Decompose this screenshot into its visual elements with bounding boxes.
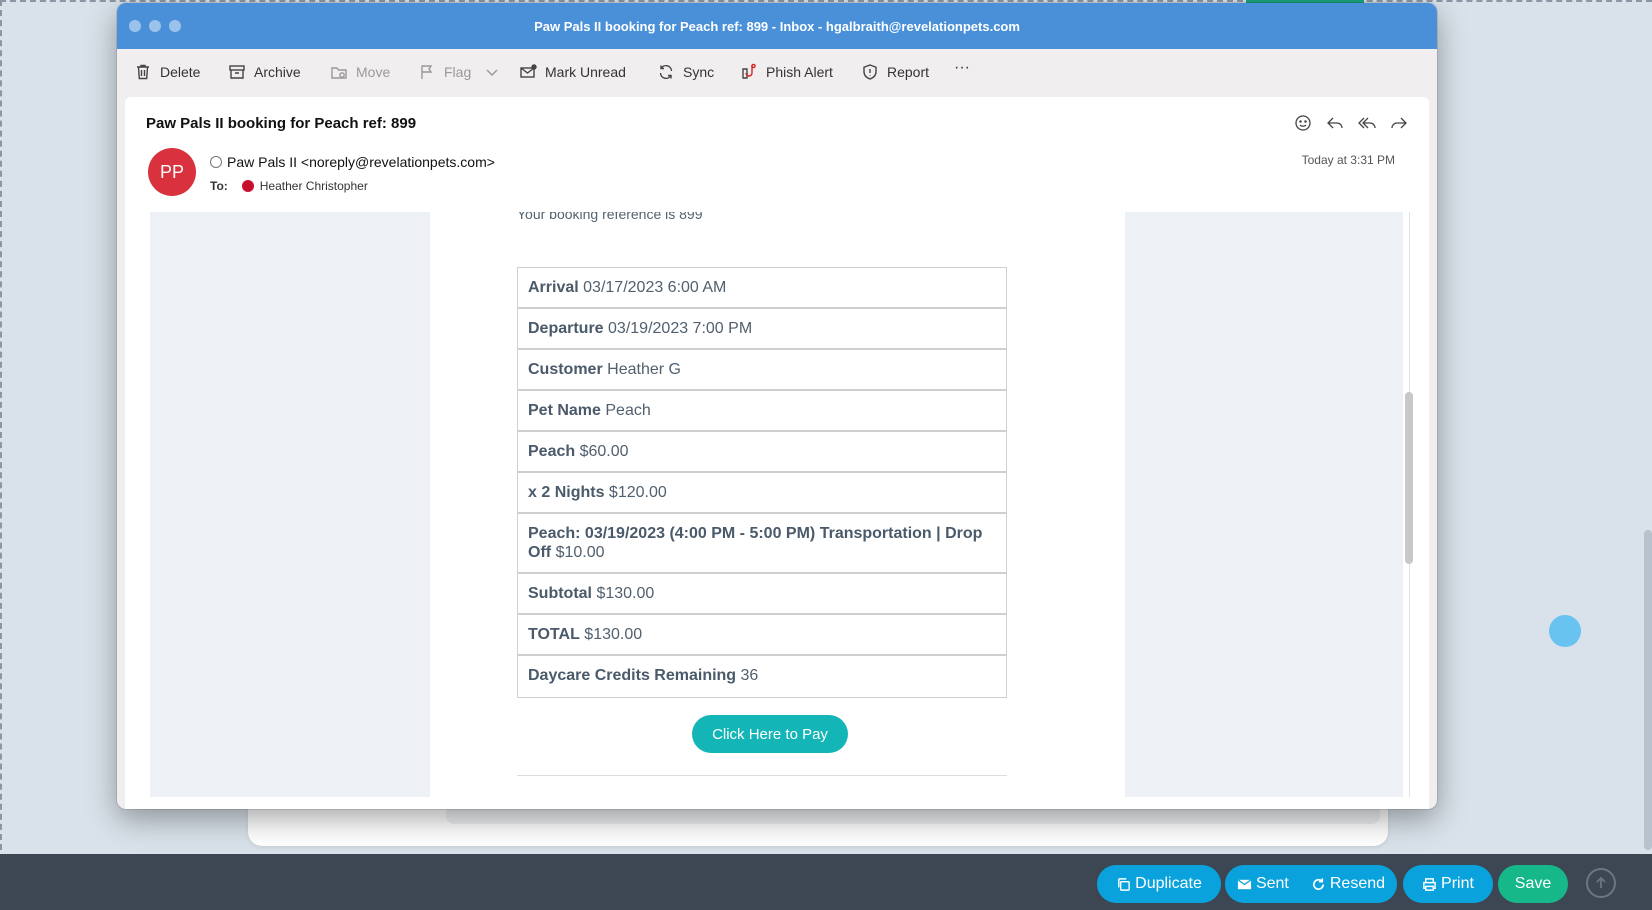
flag-button[interactable]: Flag <box>418 63 499 81</box>
message-actions <box>1293 113 1409 133</box>
recipient-name[interactable]: Heather Christopher <box>260 179 368 193</box>
report-button[interactable]: Report <box>861 63 929 81</box>
sync-label: Sync <box>683 64 715 80</box>
mark-unread-label: Mark Unread <box>545 64 626 80</box>
phish-hook-icon <box>742 63 756 79</box>
email-right-gutter <box>1125 212 1403 797</box>
sent-label: Sent <box>1255 875 1289 892</box>
printer-icon <box>1423 877 1436 891</box>
forward-icon[interactable] <box>1389 113 1409 133</box>
phish-alert-label: Phish Alert <box>766 64 833 80</box>
more-label: ··· <box>954 59 970 76</box>
more-actions-button[interactable]: ··· <box>954 59 970 77</box>
table-row: Peach $60.00 <box>518 432 1006 473</box>
envelope-icon <box>520 64 537 78</box>
mail-window: Paw Pals II booking for Peach ref: 899 -… <box>117 3 1437 809</box>
chevron-down-icon[interactable] <box>485 65 499 79</box>
table-row: Customer Heather G <box>518 350 1006 391</box>
copy-icon <box>1118 877 1130 891</box>
table-row: TOTAL $130.00 <box>518 615 1006 656</box>
pay-button[interactable]: Click Here to Pay <box>692 715 848 753</box>
report-label: Report <box>887 64 930 80</box>
body-scrollbar[interactable] <box>1405 392 1413 564</box>
print-label: Print <box>1441 875 1474 892</box>
table-row: Peach: 03/19/2023 (4:00 PM - 5:00 PM) Tr… <box>518 514 1006 574</box>
emoji-react-icon[interactable] <box>1293 113 1313 133</box>
table-row: Daycare Credits Remaining 36 <box>528 667 759 684</box>
mark-unread-button[interactable]: Mark Unread <box>519 63 626 81</box>
duplicate-button[interactable]: Duplicate <box>1097 865 1221 903</box>
sender-name[interactable]: Paw Pals II <noreply@revelationpets.com> <box>227 154 495 170</box>
booking-reference-line: Your booking reference is 899 <box>517 212 703 222</box>
flag-label: Flag <box>444 64 472 80</box>
message-timestamp: Today at 3:31 PM <box>1301 153 1395 167</box>
duplicate-label: Duplicate <box>1135 875 1202 892</box>
trash-icon <box>137 64 149 80</box>
recipient-row: To: Heather Christopher <box>210 179 368 193</box>
sent-resend-button[interactable]: Sent Resend <box>1225 865 1397 903</box>
message-subject: Paw Pals II booking for Peach ref: 899 <box>146 115 417 132</box>
table-row: Arrival 03/17/2023 6:00 AM <box>518 268 1006 309</box>
background-dashed-border-left <box>0 0 2 850</box>
refresh-icon <box>1312 877 1324 890</box>
table-row: x 2 Nights $120.00 <box>518 473 1006 514</box>
to-label: To: <box>210 179 228 193</box>
delete-label: Delete <box>160 64 201 80</box>
message-pane: Paw Pals II booking for Peach ref: 899 P… <box>125 97 1429 809</box>
email-left-gutter <box>150 212 430 797</box>
save-label: Save <box>1514 875 1552 892</box>
sync-icon <box>659 64 673 80</box>
recipient-presence-icon <box>241 180 254 192</box>
reply-all-icon[interactable] <box>1357 113 1377 133</box>
cursor-indicator <box>1549 615 1581 647</box>
booking-details-table: Arrival 03/17/2023 6:00 AM Departure 03/… <box>517 267 1007 698</box>
print-button[interactable]: Print <box>1403 865 1493 903</box>
divider <box>517 775 1007 776</box>
arrow-up-icon <box>1596 876 1606 888</box>
save-button[interactable]: Save <box>1498 865 1568 903</box>
window-title: Paw Pals II booking for Peach ref: 899 -… <box>534 19 1020 34</box>
move-button[interactable]: Move <box>330 63 390 81</box>
table-row: Subtotal $130.00 <box>518 574 1006 615</box>
move-label: Move <box>356 64 391 80</box>
presence-status-icon <box>210 156 222 168</box>
sender-row: Paw Pals II <noreply@revelationpets.com> <box>210 154 495 170</box>
envelope-icon <box>1237 878 1252 889</box>
folder-move-icon <box>331 67 347 79</box>
archive-icon <box>229 65 245 79</box>
sync-button[interactable]: Sync <box>657 63 714 81</box>
table-row: Departure 03/19/2023 7:00 PM <box>518 309 1006 350</box>
title-bar: Paw Pals II booking for Peach ref: 899 -… <box>117 3 1437 49</box>
background-card-inner <box>446 808 1380 824</box>
delete-button[interactable]: Delete <box>134 63 200 81</box>
table-row: Pet Name Peach <box>518 391 1006 432</box>
mail-toolbar: Delete Archive Move Flag Mark Unread Syn… <box>117 49 1437 97</box>
shield-icon <box>863 64 877 80</box>
scroll-to-top-button[interactable] <box>1586 868 1616 898</box>
resend-label: Resend <box>1329 875 1386 892</box>
reply-icon[interactable] <box>1325 113 1345 133</box>
background-dashed-border <box>0 0 1652 2</box>
bottom-action-bar: Duplicate Sent Resend Print Save <box>0 854 1652 910</box>
archive-label: Archive <box>254 64 301 80</box>
message-body: Your booking reference is 899 Arrival 03… <box>125 212 1429 809</box>
phish-alert-button[interactable]: Phish Alert <box>740 63 833 81</box>
flag-icon <box>421 65 433 79</box>
page-scrollbar[interactable] <box>1644 530 1652 850</box>
avatar: PP <box>148 148 196 196</box>
archive-button[interactable]: Archive <box>228 63 301 81</box>
